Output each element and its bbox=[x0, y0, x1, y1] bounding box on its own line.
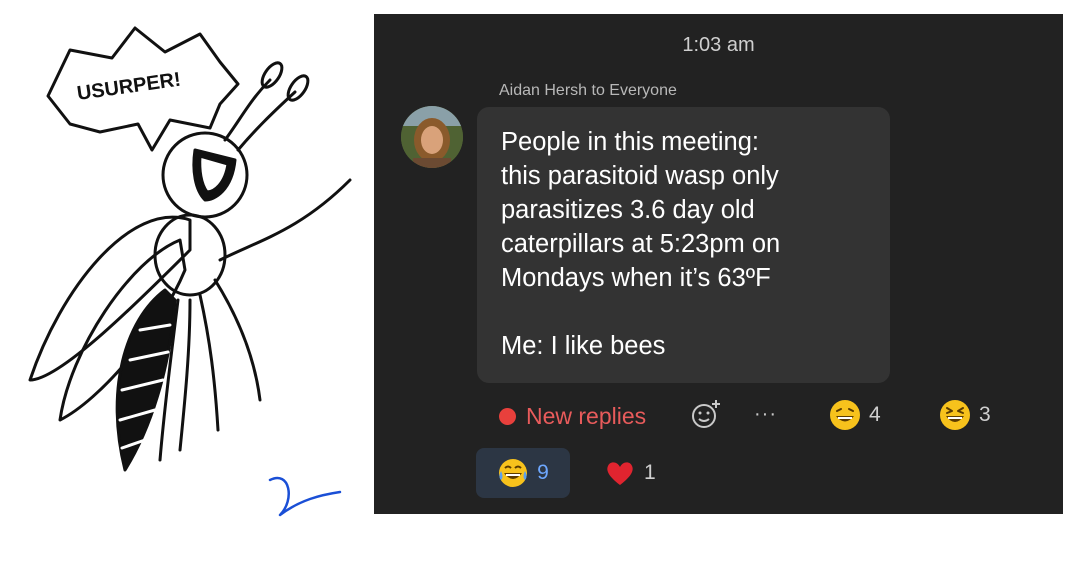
message-bubble[interactable]: People in this meeting: this parasitoid … bbox=[477, 107, 890, 383]
reaction-tears-of-joy-selected[interactable]: 9 bbox=[476, 448, 570, 498]
reaction-count: 4 bbox=[869, 403, 881, 426]
grinning-squinting-face-icon bbox=[830, 400, 860, 430]
unread-dot-icon bbox=[499, 408, 516, 425]
sender-line: Aidan Hersh to Everyone bbox=[499, 82, 677, 99]
add-reaction-button[interactable] bbox=[689, 397, 723, 431]
signature-scribble bbox=[268, 476, 342, 517]
reaction-count: 3 bbox=[979, 403, 991, 426]
wasp-comic-drawing: USURPER! bbox=[0, 0, 372, 558]
red-heart-icon bbox=[607, 462, 633, 485]
reaction-count: 9 bbox=[537, 461, 549, 484]
reaction-heart[interactable]: 1 bbox=[604, 457, 656, 489]
reaction-laughing[interactable]: 3 bbox=[939, 399, 991, 431]
message-actions: New replies ··· 4 3 bbox=[499, 397, 1039, 437]
tears-of-joy-face-icon bbox=[499, 459, 528, 487]
message-timestamp: 1:03 am bbox=[682, 34, 755, 56]
reaction-count: 1 bbox=[644, 461, 656, 484]
avatar-photo-icon bbox=[401, 106, 463, 168]
more-options-button[interactable]: ··· bbox=[754, 403, 777, 426]
laughing-closed-eyes-face-icon bbox=[940, 400, 970, 430]
message-text: People in this meeting: this parasitoid … bbox=[501, 128, 781, 360]
add-reaction-icon bbox=[692, 400, 720, 428]
reaction-grinning-squinting[interactable]: 4 bbox=[829, 399, 881, 431]
wasp-illustration: USURPER! bbox=[28, 26, 352, 517]
avatar[interactable] bbox=[401, 106, 463, 168]
new-replies-label: New replies bbox=[526, 403, 647, 429]
new-replies-link[interactable]: New replies bbox=[499, 403, 646, 430]
chat-panel: 1:03 am Aidan Hersh to Everyone People i… bbox=[374, 14, 1063, 514]
speech-text: USURPER! bbox=[76, 69, 182, 105]
